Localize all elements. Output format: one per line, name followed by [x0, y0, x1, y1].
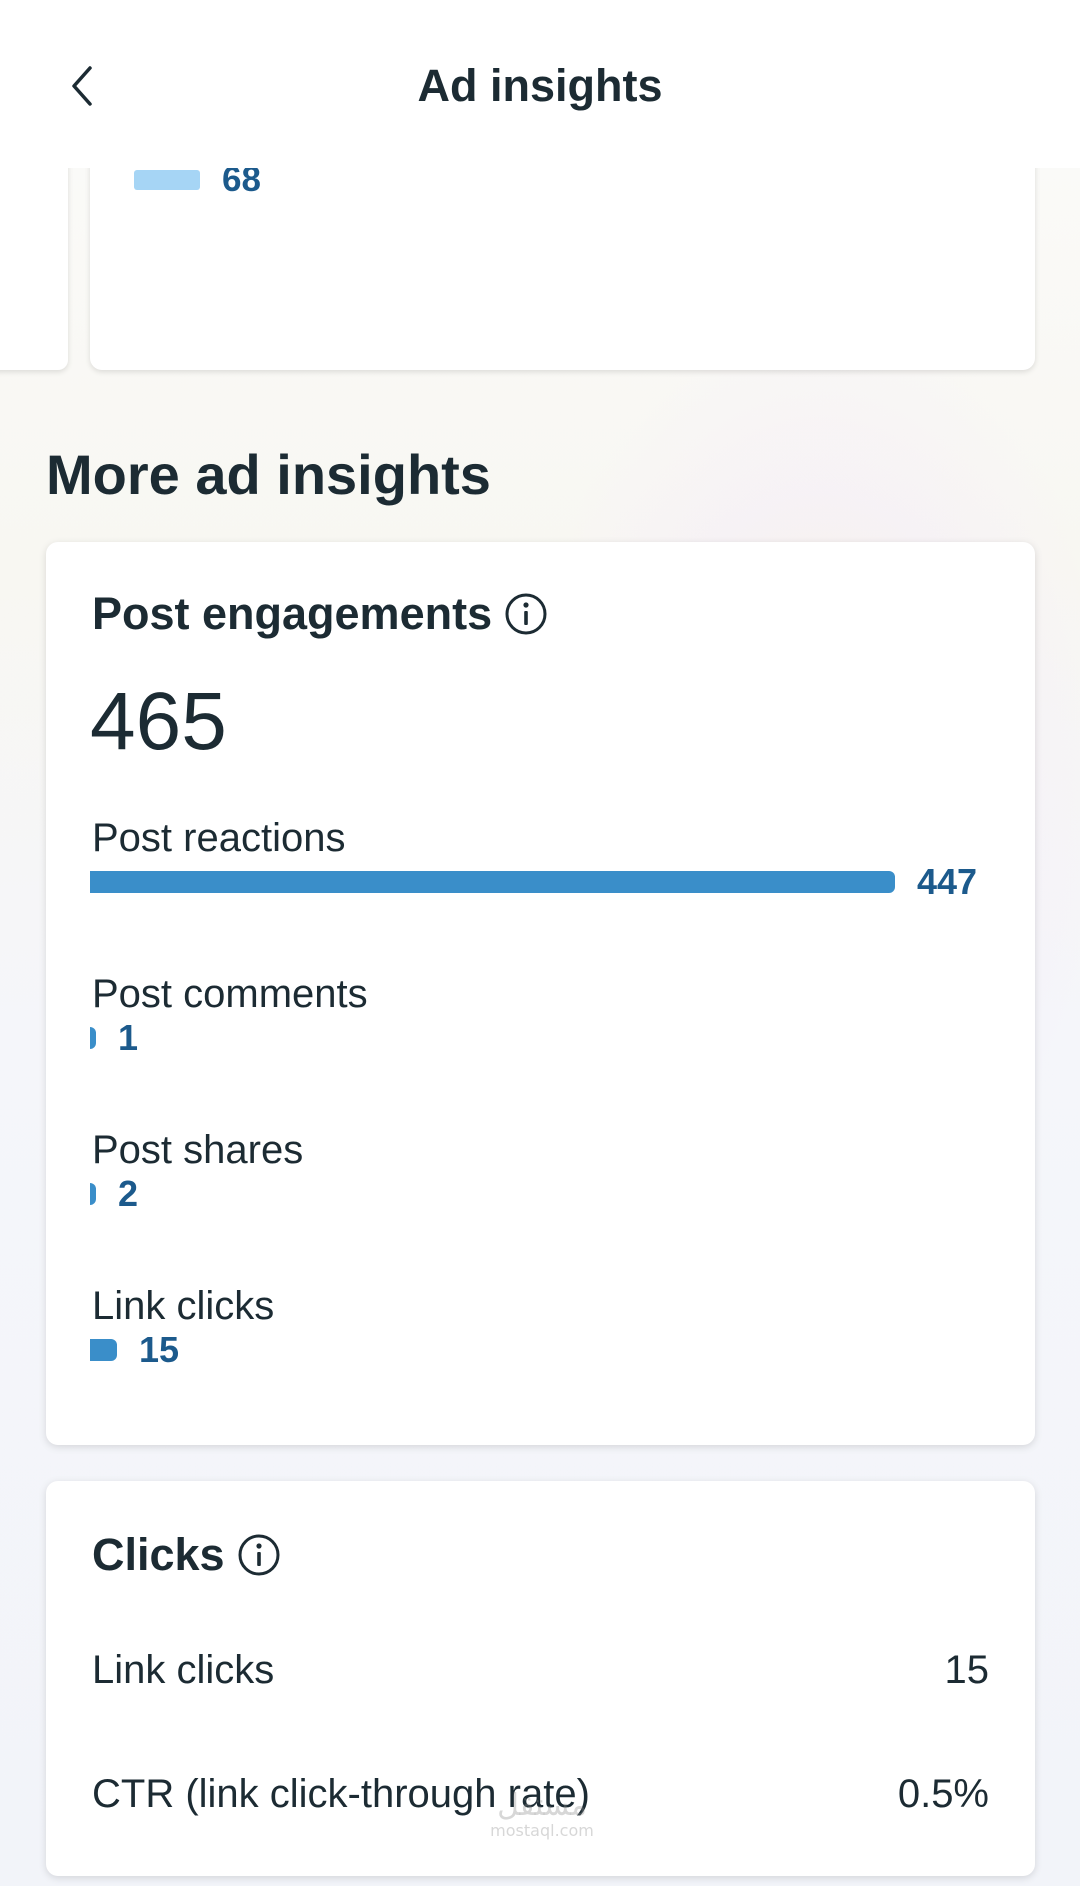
post-engagements-title: Post engagements: [92, 588, 493, 639]
watermark-logo-text: مستقل: [497, 1788, 587, 1823]
metric-bar-post-comments: [90, 1027, 96, 1049]
metric-bar-post-shares: [90, 1183, 96, 1205]
watermark: مستقل mostaql.com: [472, 1790, 612, 1840]
watermark-url: mostaql.com: [490, 1821, 594, 1840]
previous-card: 68: [90, 150, 1035, 370]
metric-row-post-reactions: 447: [90, 860, 977, 904]
metric-label-post-shares: Post shares: [92, 1128, 304, 1172]
clicks-row-value-ctr: 0.5%: [897, 1772, 989, 1816]
metric-value-post-reactions: 447: [917, 861, 978, 902]
clicks-title: Clicks: [92, 1529, 225, 1580]
metric-bar-link-clicks: [90, 1339, 117, 1361]
previous-card-partial: [0, 150, 68, 370]
metric-value-post-shares: 2: [118, 1173, 139, 1214]
post-engagements-card: Post engagements 465 Post reactions 447 …: [46, 542, 1035, 1445]
clicks-title-row: Clicks: [92, 1527, 281, 1583]
app-header: Ad insights: [0, 0, 1080, 168]
previous-card-bar: [134, 170, 200, 190]
metric-row-link-clicks: 15: [90, 1328, 179, 1372]
post-engagements-title-row: Post engagements: [92, 586, 548, 642]
metric-bar-post-reactions: [90, 871, 895, 893]
section-heading: More ad insights: [46, 443, 491, 506]
post-engagements-total: 465: [90, 676, 227, 767]
metric-value-link-clicks: 15: [139, 1329, 180, 1370]
page-title: Ad insights: [417, 60, 663, 111]
metric-label-link-clicks: Link clicks: [92, 1284, 275, 1328]
clicks-row-value-link-clicks: 15: [944, 1648, 990, 1692]
metric-row-post-shares: 2: [90, 1172, 138, 1216]
clicks-row-label-link-clicks: Link clicks: [92, 1648, 275, 1692]
metric-label-post-reactions: Post reactions: [92, 816, 346, 860]
metric-row-post-comments: 1: [90, 1016, 138, 1060]
metric-value-post-comments: 1: [118, 1017, 139, 1058]
info-icon[interactable]: [504, 592, 548, 636]
metric-label-post-comments: Post comments: [92, 972, 368, 1016]
info-icon[interactable]: [237, 1533, 281, 1577]
